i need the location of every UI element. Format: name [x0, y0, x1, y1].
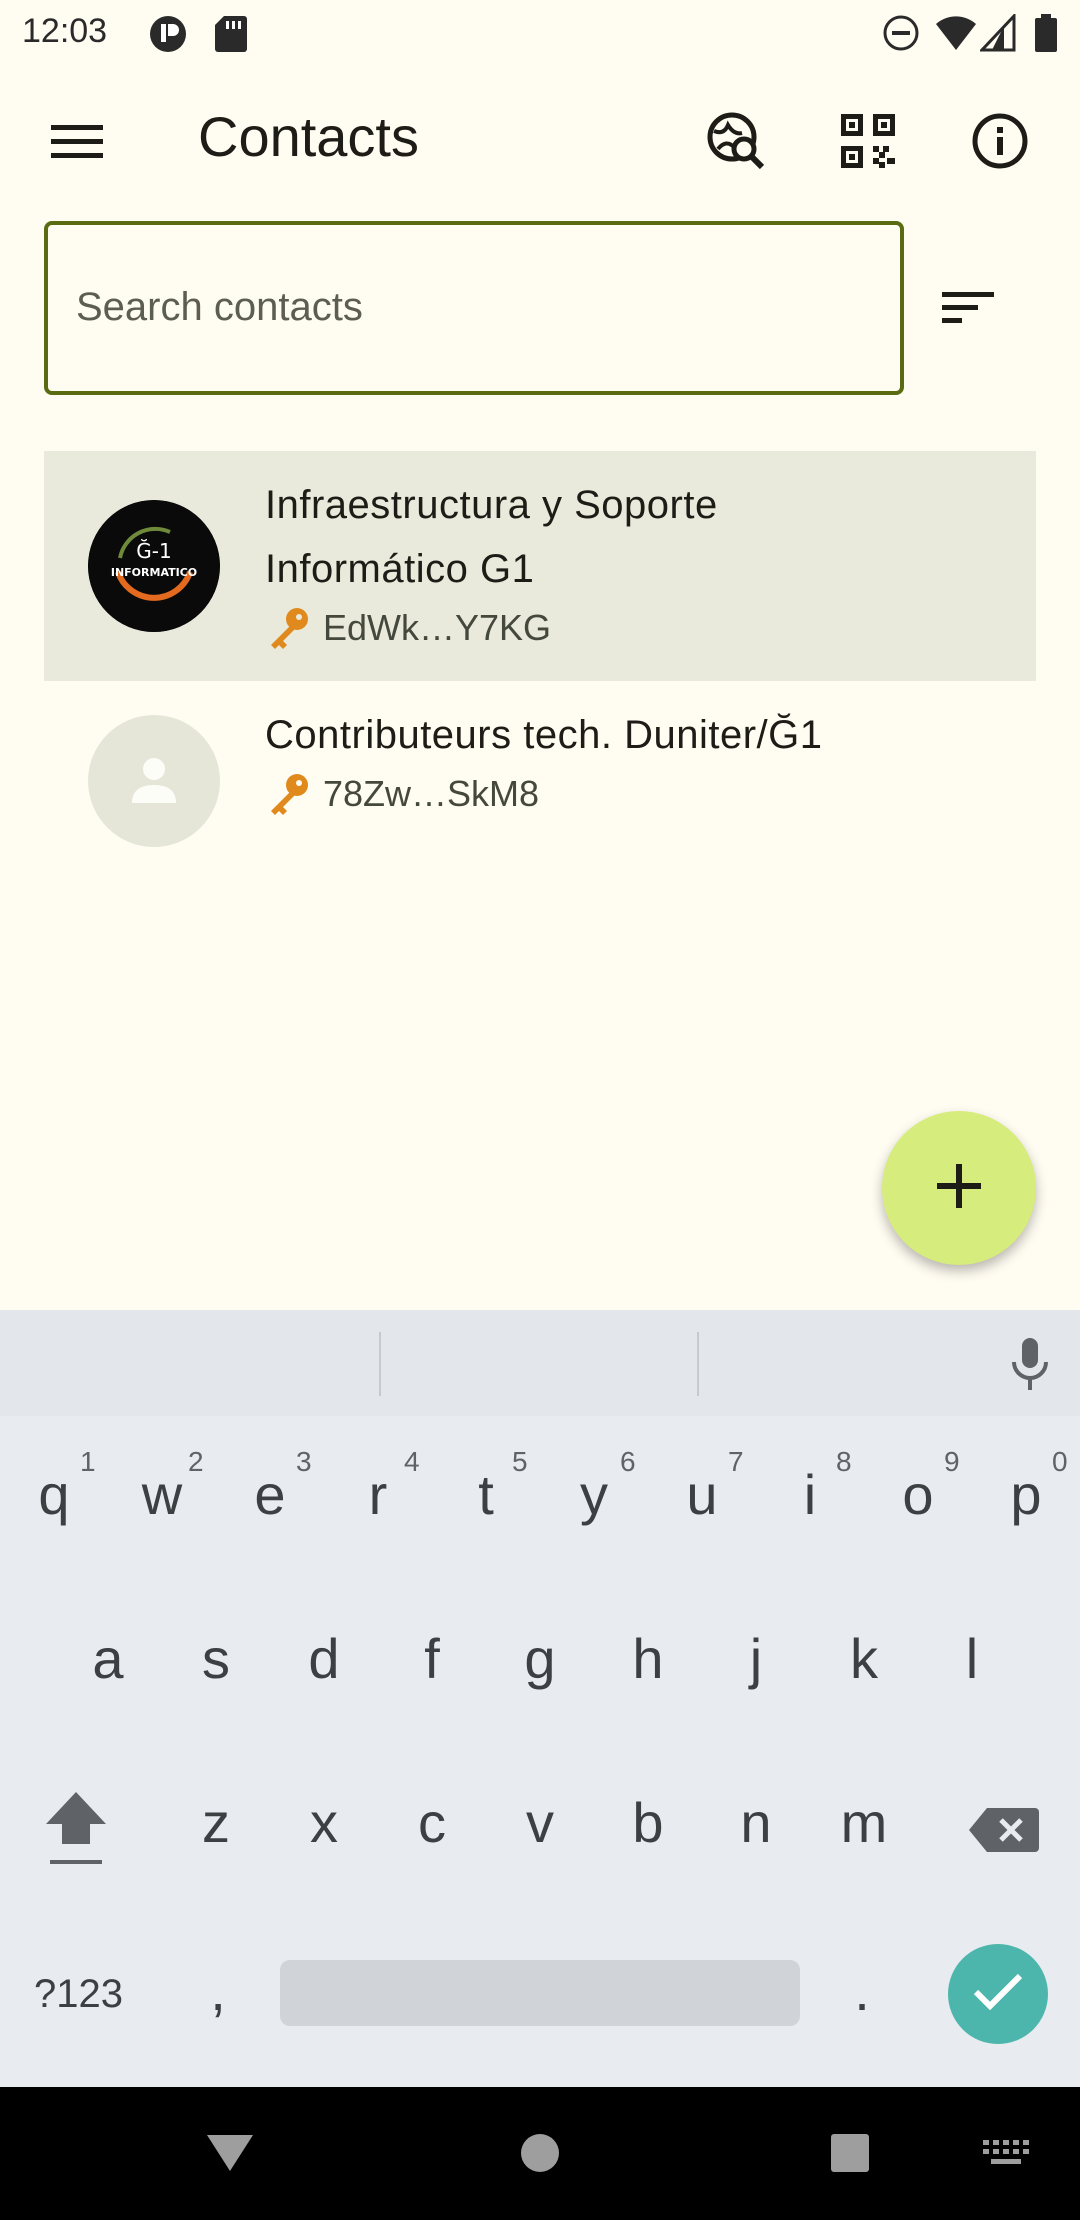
contact-list: Ğ-1 INFORMATICO Infraestructura y Soport… [44, 451, 1036, 881]
comma-key[interactable]: , [206, 1958, 230, 2023]
menu-icon[interactable] [37, 101, 117, 181]
key-k[interactable]: k [824, 1626, 904, 1691]
key-hint-5: 5 [512, 1446, 528, 1477]
navigation-bar [0, 2087, 1080, 2220]
status-bar: 12:03 [0, 0, 1080, 66]
avatar: Ğ-1 INFORMATICO [88, 500, 220, 632]
keyboard-switch-icon[interactable] [976, 2123, 1036, 2183]
contact-name-line1: Infraestructura y Soporte [265, 483, 718, 527]
app-bar: Contacts [0, 66, 1080, 216]
cellular-signal-icon [978, 12, 1016, 57]
do-not-disturb-icon [882, 14, 920, 57]
contact-key-text: 78Zw…SkM8 [323, 773, 540, 814]
contact-key: 78Zw…SkM8 [265, 771, 1016, 817]
key-hint-4: 4 [404, 1446, 420, 1477]
key-v[interactable]: v [500, 1790, 580, 1855]
key-f[interactable]: f [392, 1626, 472, 1691]
key-h[interactable]: h [608, 1626, 688, 1691]
avatar-logo-text-top: Ğ-1 [136, 539, 171, 563]
key-icon [265, 605, 311, 651]
key-d[interactable]: d [284, 1626, 364, 1691]
home-icon[interactable] [510, 2123, 570, 2183]
shift-key[interactable] [36, 1791, 116, 1872]
enter-key[interactable] [948, 1944, 1048, 2044]
key-z[interactable]: z [176, 1790, 256, 1855]
check-icon [972, 1972, 1024, 2017]
symbols-key[interactable]: ?123 [34, 1972, 123, 2017]
key-hint-8: 8 [836, 1446, 852, 1477]
shift-icon [42, 1788, 110, 1877]
key-icon [265, 771, 311, 817]
contact-key-text: EdWk…Y7KG [323, 607, 552, 648]
key-hint-9: 9 [944, 1446, 960, 1477]
search-globe-icon[interactable] [696, 101, 776, 181]
backspace-key[interactable] [964, 1792, 1044, 1872]
key-hint-6: 6 [620, 1446, 636, 1477]
app-notification-icon [148, 14, 188, 59]
key-l[interactable]: l [932, 1626, 1012, 1691]
contact-text: Infraestructura y Soporte Informático G1… [265, 473, 1016, 651]
page-title: Contacts [198, 105, 419, 168]
qr-code-icon[interactable] [828, 101, 908, 181]
key-a[interactable]: a [68, 1626, 148, 1691]
key-hint-1: 1 [80, 1446, 96, 1477]
contact-text: Contributeurs tech. Duniter/Ğ1 78Zw…SkM8 [265, 703, 1016, 817]
backspace-icon [969, 1806, 1039, 1859]
search-field[interactable] [44, 221, 904, 395]
key-b[interactable]: b [608, 1790, 688, 1855]
key-s[interactable]: s [176, 1626, 256, 1691]
avatar [88, 715, 220, 847]
key-j[interactable]: j [716, 1626, 796, 1691]
key-hint-0: 0 [1052, 1446, 1068, 1477]
avatar-logo-text-bottom: INFORMATICO [111, 566, 197, 579]
key-hint-7: 7 [728, 1446, 744, 1477]
contact-name-line2: Informático G1 [265, 547, 535, 591]
contact-item[interactable]: Ğ-1 INFORMATICO Infraestructura y Soport… [44, 451, 1036, 681]
suggestion-bar [0, 1310, 1080, 1416]
key-m[interactable]: m [824, 1790, 904, 1855]
key-x[interactable]: x [284, 1790, 364, 1855]
status-time: 12:03 [22, 12, 108, 50]
suggestion-divider [697, 1332, 699, 1396]
key-g[interactable]: g [500, 1626, 580, 1691]
wifi-icon [934, 14, 978, 57]
add-icon [937, 1163, 981, 1213]
back-icon[interactable] [200, 2123, 260, 2183]
add-contact-button[interactable] [882, 1111, 1036, 1265]
suggestion-divider [379, 1332, 381, 1396]
sd-card-icon [214, 14, 248, 59]
key-hint-2: 2 [188, 1446, 204, 1477]
battery-icon [1034, 14, 1058, 57]
info-icon[interactable] [960, 101, 1040, 181]
key-c[interactable]: c [392, 1790, 472, 1855]
microphone-icon[interactable] [990, 1324, 1070, 1404]
key-hint-3: 3 [296, 1446, 312, 1477]
contact-item[interactable]: Contributeurs tech. Duniter/Ğ1 78Zw…SkM8 [44, 681, 1036, 881]
person-icon [126, 751, 182, 812]
contact-name-line1: Contributeurs tech. Duniter/Ğ1 [265, 713, 823, 757]
search-input[interactable] [76, 277, 876, 337]
period-key[interactable]: . [850, 1958, 874, 2023]
contact-key: EdWk…Y7KG [265, 605, 1016, 651]
spacebar-key[interactable] [280, 1960, 800, 2026]
key-n[interactable]: n [716, 1790, 796, 1855]
recents-icon[interactable] [820, 2123, 880, 2183]
sort-icon[interactable] [928, 268, 1008, 348]
